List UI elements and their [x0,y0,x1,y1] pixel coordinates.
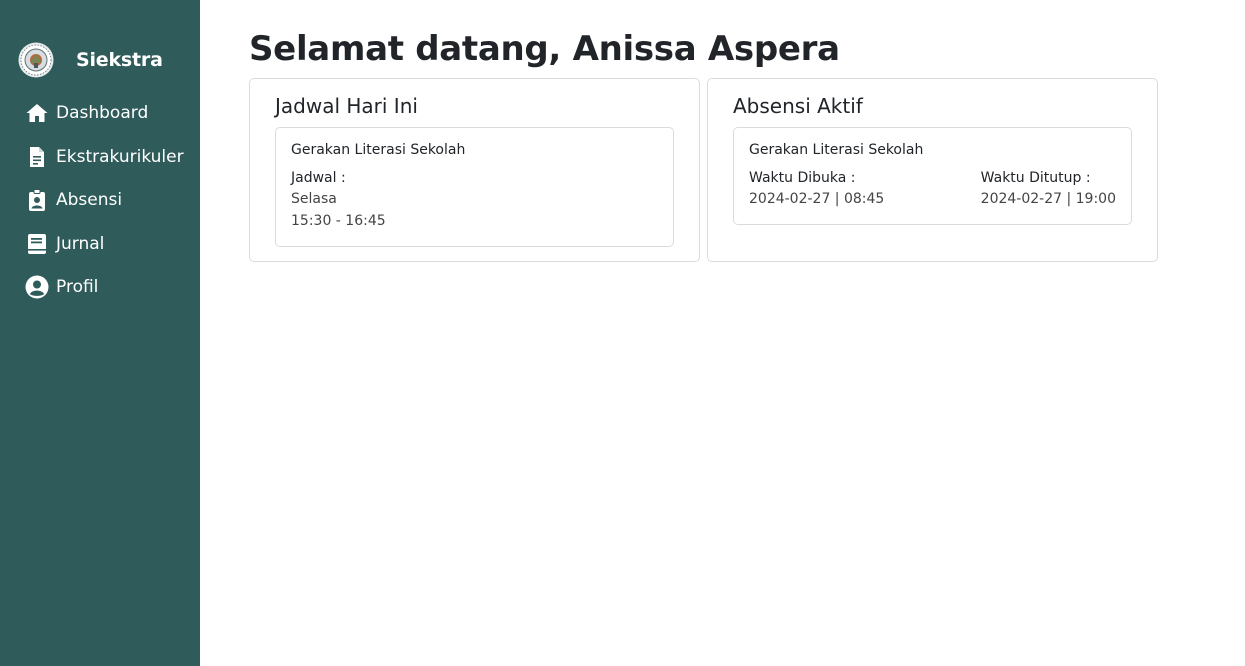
schedule-card-title: Jadwal Hari Ini [275,94,418,118]
dashboard-cards: Jadwal Hari Ini Gerakan Literasi Sekolah… [249,78,1245,262]
close-time-label: Waktu Ditutup : [980,170,1091,186]
attendance-card-title: Absensi Aktif [733,94,863,118]
sidebar-item-absensi[interactable]: Absensi [0,186,200,214]
open-time-label: Waktu Dibuka : [749,170,856,186]
page-title: Selamat datang, Anissa Aspera [249,29,840,69]
sidebar-nav: Dashboard Ekstrakurikuler Absensi Jurnal [0,99,200,301]
sidebar-item-label: Ekstrakurikuler [56,146,184,167]
schedule-card: Jadwal Hari Ini Gerakan Literasi Sekolah… [249,78,700,262]
schedule-day: Selasa [291,191,337,207]
attendance-item[interactable]: Gerakan Literasi Sekolah Waktu Dibuka : … [733,127,1132,225]
sidebar-item-jurnal[interactable]: Jurnal [0,230,200,258]
brand[interactable]: Siekstra [0,39,200,81]
sidebar-item-label: Jurnal [56,233,105,254]
book-icon [25,232,49,256]
sidebar-item-label: Absensi [56,190,123,210]
user-circle-icon [25,275,49,299]
attendance-times: Waktu Dibuka : 2024-02-27 | 08:45 Waktu … [749,168,1116,210]
sidebar: Siekstra Dashboard Ekstrakurikuler Absen… [0,0,200,666]
close-time-value: 2024-02-27 | 19:00 [980,191,1116,207]
schedule-time: 15:30 - 16:45 [291,213,386,229]
sidebar-item-ekstrakurikuler[interactable]: Ekstrakurikuler [0,143,200,171]
open-time-value: 2024-02-27 | 08:45 [749,191,885,207]
attendance-card: Absensi Aktif Gerakan Literasi Sekolah W… [707,78,1158,262]
home-icon [25,101,49,125]
main-content: Selamat datang, Anissa Aspera Jadwal Har… [200,0,1245,666]
attendance-close: Waktu Ditutup : 2024-02-27 | 19:00 [981,168,1116,210]
sidebar-item-dashboard[interactable]: Dashboard [0,99,200,127]
school-logo-icon [18,42,54,78]
attendance-open: Waktu Dibuka : 2024-02-27 | 08:45 [749,168,884,210]
schedule-label: Jadwal : [291,170,346,186]
document-icon [25,145,49,169]
sidebar-item-label: Profil [56,277,99,297]
sidebar-item-profil[interactable]: Profil [0,273,200,301]
schedule-event-name: Gerakan Literasi Sekolah [291,142,466,158]
app-root: Siekstra Dashboard Ekstrakurikuler Absen… [0,0,1245,666]
sidebar-item-label: Dashboard [56,103,149,123]
schedule-item[interactable]: Gerakan Literasi Sekolah Jadwal : Selasa… [275,127,674,247]
brand-name: Siekstra [76,49,163,71]
clipboard-user-icon [25,188,49,212]
attendance-event-name: Gerakan Literasi Sekolah [749,142,924,158]
